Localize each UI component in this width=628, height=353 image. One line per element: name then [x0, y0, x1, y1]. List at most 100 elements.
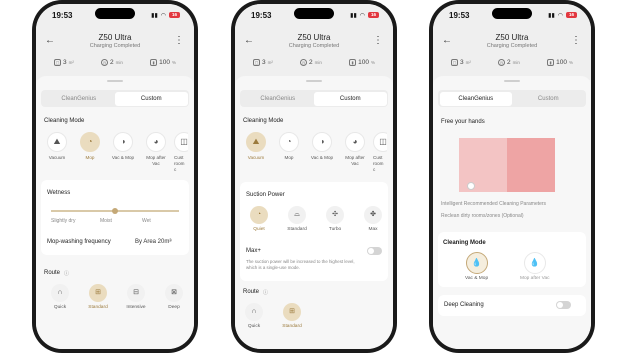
genius-mode-card: Cleaning Mode 💧 Vac & Mop 💧 Mop after Va…: [438, 232, 586, 287]
genius-cleaning-mode-label: Cleaning Mode: [443, 240, 486, 246]
chevron-right-icon[interactable]: ›: [170, 238, 172, 244]
maxplus-toggle[interactable]: [367, 247, 382, 255]
status-time: 19:53: [449, 10, 470, 20]
reclean-text: Reclean dirty rooms/zones (Optional): [441, 213, 524, 219]
battery-icon: 16: [169, 12, 180, 18]
deep-cleaning-toggle[interactable]: [556, 301, 571, 309]
mop-frequency-label: Mop-washing frequency: [47, 239, 111, 245]
suction-standard[interactable]: ⌓ Standard: [278, 206, 316, 232]
wetness-level-moist: Moist: [100, 218, 112, 224]
vac-mop-icon: 💧: [465, 252, 488, 274]
suction-max[interactable]: ✤ Max: [354, 206, 392, 232]
standard-suction-icon: ⌓: [288, 206, 306, 224]
mode-mop-after-vac[interactable]: ◕ Mop after Vac: [141, 132, 171, 173]
wifi-icon: ◠: [557, 12, 563, 19]
vac-mop-icon: ◑: [312, 132, 332, 152]
custom-room-icon: ◫: [373, 132, 387, 152]
tab-cleangenius[interactable]: CleanGenius: [242, 92, 315, 106]
mode-vac-mop[interactable]: ◑ Vac & Mop: [108, 132, 138, 173]
mode-mop-after-vac[interactable]: ◕ Mop after Vac: [340, 132, 370, 173]
area-icon: ▢: [54, 59, 61, 66]
mode-custom-room[interactable]: ◫ Cust room c: [174, 132, 188, 173]
maxplus-description: The suction power will be increased to t…: [246, 259, 355, 270]
genius-option-mop-after-vac[interactable]: 💧 Mop after Vac: [520, 252, 550, 281]
turbo-icon: ✣: [326, 206, 344, 224]
mode-mop[interactable]: ◔ Mop: [75, 132, 105, 173]
suction-turbo[interactable]: ✣ Turbo: [316, 206, 354, 232]
phone-1: 19:53 ▮▮ ◠ 16 ← ⋮ Z50 Ultra Charging Com…: [32, 0, 198, 353]
signal-icon: ▮▮: [548, 12, 555, 19]
route-deep[interactable]: ⊠ Deep: [155, 284, 193, 310]
battery-level-icon: ▮: [150, 59, 158, 66]
wetness-slider[interactable]: [51, 207, 179, 214]
tab-cleangenius[interactable]: CleanGenius: [43, 92, 116, 106]
wetness-label: Wetness: [47, 190, 71, 196]
device-header: ← ⋮ Z50 Ultra Charging Completed ▢ 3 m² ◷ 2…: [235, 26, 393, 80]
battery-level-icon: ▮: [349, 59, 357, 66]
route-quick[interactable]: ∩ Quick: [41, 284, 79, 310]
sheet-handle[interactable]: [504, 80, 520, 82]
mode-mop[interactable]: ◔ Mop: [274, 132, 304, 173]
screen-1: 19:53 ▮▮ ◠ 16 ← ⋮ Z50 Ultra Charging Com…: [36, 4, 194, 349]
stage: 19:53 ▮▮ ◠ 16 ← ⋮ Z50 Ultra Charging Com…: [0, 0, 628, 353]
mode-vacuum[interactable]: ⛰ Vacuum: [241, 132, 271, 173]
notch: [95, 8, 135, 19]
device-header: ← ⋮ Z50 Ultra Charging Completed ▢ 3 m² ◷ 2…: [36, 26, 194, 80]
route-standard[interactable]: ⊞ Standard: [79, 284, 117, 310]
suction-quiet[interactable]: ◔ Quiet: [240, 206, 278, 232]
device-title: Z50 Ultra: [98, 33, 132, 42]
route-standard[interactable]: ⊞ Standard: [273, 303, 311, 329]
mode-vacuum[interactable]: ⛰ Vacuum: [42, 132, 72, 173]
wifi-icon: ◠: [359, 12, 365, 19]
suction-list: ◔ Quiet ⌓ Standard ✣ Turbo ✤ Max: [240, 206, 392, 232]
mode-tabs: CleanGenius Custom: [41, 90, 189, 107]
mode-custom-room[interactable]: ◫ Cust room c: [373, 132, 387, 173]
mop-after-vac-icon: 💧: [523, 252, 546, 274]
route-quick[interactable]: ∩ Quick: [235, 303, 273, 329]
tab-custom[interactable]: Custom: [115, 91, 188, 106]
phone-2: 19:53 ▮▮ ◠ 16 ← ⋮ Z50 Ultra Charging Com…: [231, 0, 397, 353]
mop-after-vac-icon: ◕: [345, 132, 365, 152]
route-list: ∩ Quick ⊞ Standard: [235, 303, 311, 329]
clock-icon: ◷: [101, 59, 109, 66]
free-hands-heading: Free your hands: [441, 119, 485, 125]
sheet-handle[interactable]: [107, 80, 123, 82]
settings-sheet: CleanGenius Custom Cleaning Mode ⛰ Vacuum…: [36, 76, 194, 349]
area-icon: ▢: [253, 59, 260, 66]
info-icon[interactable]: ⓘ: [64, 270, 69, 277]
mop-icon: ◔: [279, 132, 299, 152]
genius-option-vac-mop[interactable]: 💧 Vac & Mop: [465, 252, 488, 281]
mop-after-vac-icon: ◕: [146, 132, 166, 152]
cleaning-mode-label: Cleaning Mode: [243, 118, 284, 124]
wifi-icon: ◠: [160, 12, 166, 19]
device-subtitle: Charging Completed: [288, 43, 340, 49]
mode-tabs: CleanGenius Custom: [438, 90, 586, 107]
route-intensive[interactable]: ⊟ Intensive: [117, 284, 155, 310]
device-subtitle: Charging Completed: [486, 43, 538, 49]
stats-row: ▢ 3 m² ◷ 2 min ▮ 100%: [253, 59, 375, 66]
maxplus-label: Max+: [246, 248, 261, 254]
quick-route-icon: ∩: [245, 303, 263, 321]
battery-icon: 16: [566, 12, 577, 18]
wetness-level-slightly-dry: Slightly dry: [51, 218, 76, 224]
max-icon: ✤: [364, 206, 382, 224]
deep-cleaning-card: Deep Cleaning: [438, 295, 586, 316]
mop-frequency-value[interactable]: By Area 20m²: [135, 239, 171, 245]
tab-custom[interactable]: Custom: [512, 92, 585, 106]
device-subtitle: Charging Completed: [89, 43, 141, 49]
wetness-slider-knob[interactable]: [112, 207, 118, 214]
status-time: 19:53: [251, 10, 272, 20]
intensive-route-icon: ⊟: [127, 284, 145, 302]
device-header: ← ⋮ Z50 Ultra Charging Completed ▢ 3 m² ◷ 2…: [433, 26, 591, 80]
mode-tabs: CleanGenius Custom: [240, 90, 388, 107]
mode-vac-mop[interactable]: ◑ Vac & Mop: [307, 132, 337, 173]
sheet-handle[interactable]: [306, 80, 322, 82]
settings-sheet: CleanGenius Custom Cleaning Mode ⛰ Vacuum…: [235, 76, 393, 349]
info-icon[interactable]: ⓘ: [263, 289, 268, 296]
tab-cleangenius[interactable]: CleanGenius: [439, 91, 512, 106]
tab-custom[interactable]: Custom: [314, 91, 387, 106]
standard-route-icon: ⊞: [283, 303, 301, 321]
params-text: Intelligent Recommended Cleaning Paramet…: [441, 201, 547, 207]
wetness-card: Wetness Slightly dry Moist Wet Mop-washi…: [41, 180, 189, 255]
clock-icon: ◷: [300, 59, 308, 66]
